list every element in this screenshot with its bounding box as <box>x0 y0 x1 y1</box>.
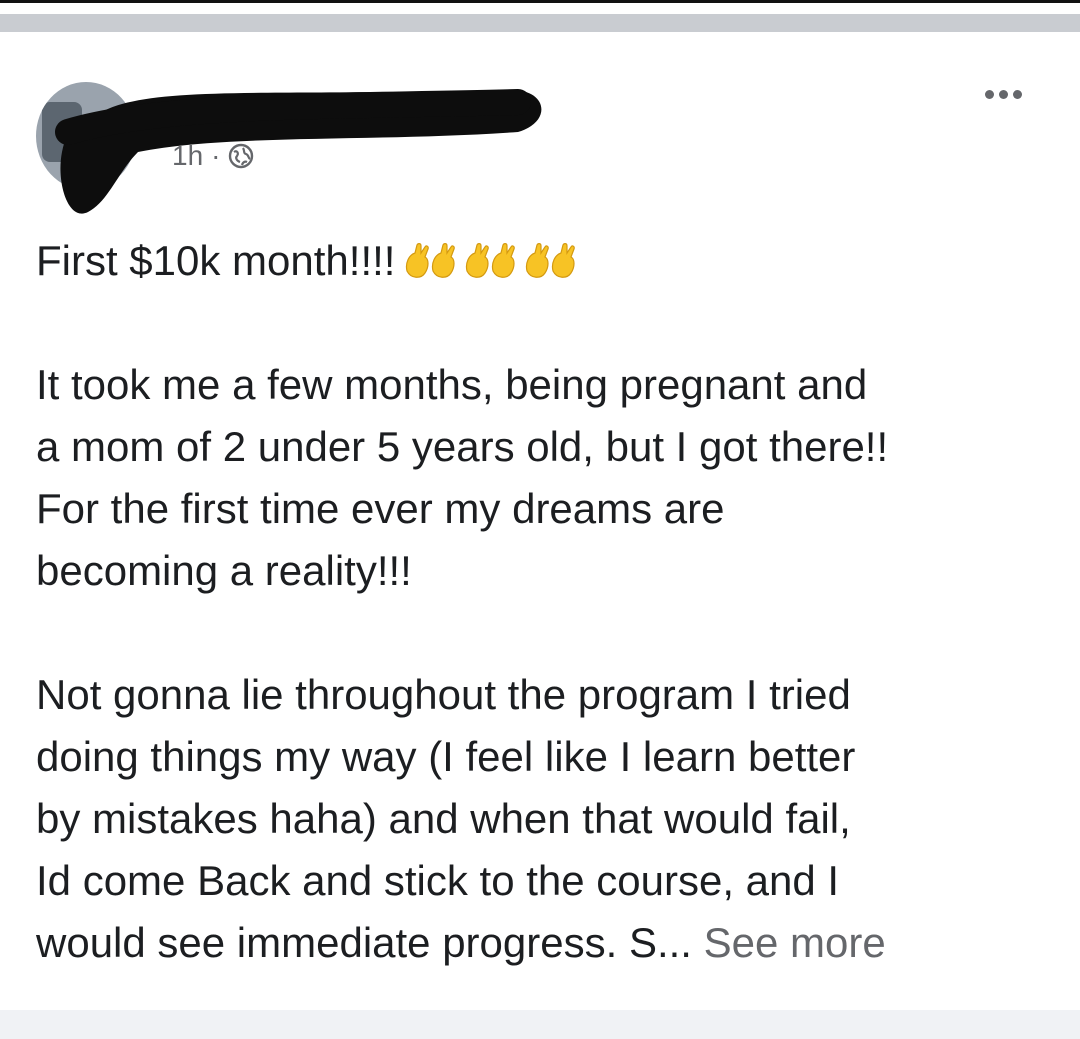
meta-separator: · <box>211 140 221 171</box>
paragraph-2-line: Not gonna lie throughout the program I t… <box>36 671 851 718</box>
raising-hands-icon <box>466 243 516 278</box>
paragraph-2-last-line: would see immediate progress. S... See m… <box>36 912 1046 974</box>
truncated-text: would see immediate progress. S... <box>36 919 692 966</box>
avatar-photo <box>42 102 82 162</box>
raising-hands-icon <box>406 243 456 278</box>
feed-separator-top <box>0 14 1080 32</box>
more-options-button[interactable] <box>968 76 1038 112</box>
paragraph-1-line: It took me a few months, being pregnant … <box>36 361 868 408</box>
avatar[interactable] <box>36 82 136 190</box>
paragraph-1-line: For the first time ever my dreams are <box>36 485 725 532</box>
raising-hands-icon <box>403 241 581 281</box>
raising-hands-icon <box>526 243 576 278</box>
post-body: First $10k month!!!! It took me a few mo… <box>36 230 1046 974</box>
feed-separator-bottom <box>0 1010 1080 1039</box>
globe-icon[interactable] <box>228 143 254 169</box>
top-edge-line <box>0 0 1080 3</box>
more-dots-icon <box>984 89 994 99</box>
paragraph-1-line: a mom of 2 under 5 years old, but I got … <box>36 423 889 470</box>
paragraph-1-line: becoming a reality!!! <box>36 547 412 594</box>
post-meta: 1h · <box>172 142 254 170</box>
more-dot <box>998 89 1008 99</box>
post-card: 1h · First $10k month!!!! It took me a f… <box>0 32 1080 1010</box>
paragraph-2-line: by mistakes haha) and when that would fa… <box>36 795 851 842</box>
post-headline-line: First $10k month!!!! <box>36 230 1046 292</box>
post-headline: First $10k month!!!! <box>36 237 396 284</box>
more-dot <box>1012 89 1022 99</box>
timestamp[interactable]: 1h <box>172 142 203 170</box>
paragraph-2-line: doing things my way (I feel like I learn… <box>36 733 856 780</box>
see-more-link[interactable]: See more <box>704 919 886 966</box>
paragraph-2-line: Id come Back and stick to the course, an… <box>36 857 840 904</box>
post-header: 1h · <box>0 32 1080 214</box>
